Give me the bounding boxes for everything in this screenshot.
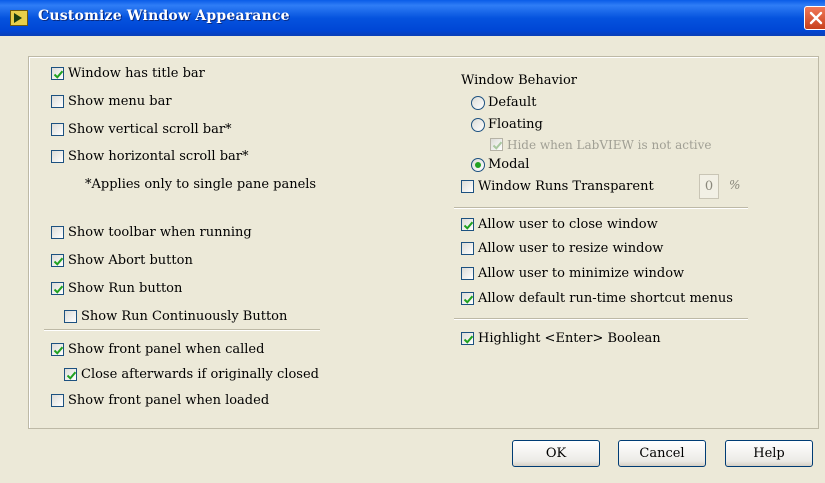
checkbox[interactable]: [51, 150, 64, 163]
checkbox[interactable]: [461, 242, 474, 255]
title-bar[interactable]: Customize Window Appearance: [0, 0, 825, 36]
percent-unit: %: [729, 178, 741, 192]
window-title: Customize Window Appearance: [38, 8, 290, 24]
customize-window-dialog: Customize Window Appearance Window has t…: [0, 0, 825, 483]
checkmark-icon: [463, 295, 474, 304]
right-divider-2: [454, 318, 748, 320]
left-divider: [44, 329, 320, 331]
cancel-button[interactable]: Cancel: [618, 440, 706, 467]
scroll-bar-note: *Applies only to single pane panels: [85, 177, 317, 192]
checkbox[interactable]: [461, 218, 474, 231]
transparency-input[interactable]: 0: [699, 174, 719, 199]
checkmark-icon: [53, 346, 64, 355]
close-icon: [809, 11, 823, 25]
checkbox[interactable]: [461, 332, 474, 345]
checkmark-icon: [492, 141, 503, 150]
help-button[interactable]: Help: [725, 440, 813, 467]
checkbox[interactable]: [461, 292, 474, 305]
checkbox[interactable]: [461, 180, 474, 193]
radio-button[interactable]: [471, 158, 485, 172]
window-behavior-heading: Window Behavior: [461, 73, 577, 88]
checkbox[interactable]: [51, 123, 64, 136]
checkbox[interactable]: [51, 226, 64, 239]
checkmark-icon: [463, 335, 474, 344]
checkbox[interactable]: [51, 95, 64, 108]
checkmark-icon: [53, 70, 64, 79]
labview-app-icon: [10, 10, 28, 26]
checkmark-icon: [463, 221, 474, 230]
radio-button[interactable]: [471, 118, 485, 132]
close-button[interactable]: [804, 6, 825, 30]
radio-button[interactable]: [471, 96, 485, 110]
ok-button[interactable]: OK: [512, 440, 600, 467]
checkmark-icon: [66, 371, 77, 380]
checkbox[interactable]: [51, 394, 64, 407]
checkbox[interactable]: [51, 282, 64, 295]
checkbox[interactable]: [64, 310, 77, 323]
checkbox[interactable]: [461, 267, 474, 280]
checkbox[interactable]: [51, 343, 64, 356]
checkbox[interactable]: [51, 254, 64, 267]
checkbox[interactable]: [64, 368, 77, 381]
checkmark-icon: [53, 257, 64, 266]
checkbox[interactable]: [51, 67, 64, 80]
checkbox[interactable]: [490, 138, 503, 151]
right-divider-1: [454, 207, 748, 209]
checkmark-icon: [53, 285, 64, 294]
